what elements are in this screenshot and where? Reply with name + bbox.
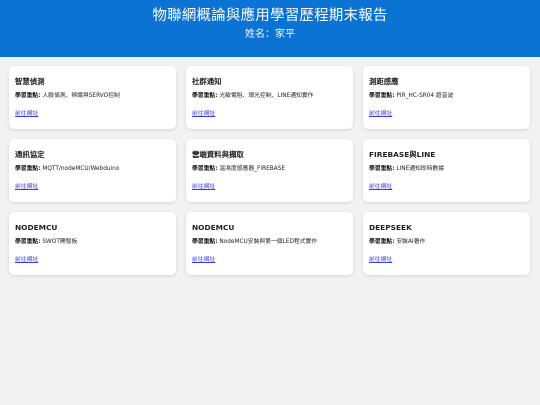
- card-firebase-line: FIREBASE與LINE 學習重點: LINE通知即時數據 前往網址: [363, 139, 530, 202]
- card-title: 智慧偵測: [15, 77, 45, 86]
- page-title: 物聯網概論與應用學習歷程期末報告: [152, 8, 388, 24]
- card-cloud-data: 雲端資料與擷取 學習重點: 溫濕度感應器_FIREBASE 前往網址: [186, 139, 353, 202]
- card-focus: 學習重點: PIR_HC-SR04 超音波: [369, 92, 524, 100]
- card-link[interactable]: 前往網址: [369, 183, 392, 191]
- focus-label: 學習重點:: [369, 166, 395, 172]
- card-social-notify: 社群通知 學習重點: 光敏電阻、環光控制、LINE通知實作 前往網址: [186, 66, 353, 129]
- card-title: NODEMCU: [15, 223, 58, 232]
- card-nodemcu-led: NODEMCU 學習重點: NodeMCU安裝與第一個LED程式實作 前往網址: [186, 212, 353, 275]
- card-link[interactable]: 前往網址: [192, 256, 215, 264]
- card-deepseek: DEEPSEEK 學習重點: 安裝AI著作 前往網址: [363, 212, 530, 275]
- focus-label: 學習重點:: [192, 166, 218, 172]
- card-focus: 學習重點: 人臉偵測、辨識與SERVO控制: [15, 92, 170, 100]
- card-focus: 學習重點: 安裝AI著作: [369, 238, 524, 246]
- card-focus: 學習重點: NodeMCU安裝與第一個LED程式實作: [192, 238, 347, 246]
- card-link[interactable]: 前往網址: [192, 183, 215, 191]
- card-link[interactable]: 前往網址: [192, 110, 215, 118]
- card-link[interactable]: 前往網址: [15, 110, 38, 118]
- card-distance-sensing: 測距感應 學習重點: PIR_HC-SR04 超音波 前往網址: [363, 66, 530, 129]
- focus-text: 溫濕度感應器_FIREBASE: [219, 166, 286, 172]
- card-smart-detection: 智慧偵測 學習重點: 人臉偵測、辨識與SERVO控制 前往網址: [9, 66, 176, 129]
- card-title: FIREBASE與LINE: [369, 150, 436, 159]
- card-title: 社群通知: [192, 77, 222, 86]
- focus-label: 學習重點:: [369, 93, 395, 99]
- card-nodemcu-swot: NODEMCU 學習重點: SWOT開發板 前往網址: [9, 212, 176, 275]
- focus-text: PIR_HC-SR04 超音波: [396, 93, 454, 99]
- card-focus: 學習重點: 光敏電阻、環光控制、LINE通知實作: [192, 92, 347, 100]
- card-focus: 學習重點: 溫濕度感應器_FIREBASE: [192, 165, 347, 173]
- card-focus: 學習重點: LINE通知即時數據: [369, 165, 524, 173]
- focus-text: MQTT/nodeMCU/Webduino: [42, 166, 120, 172]
- card-title: DEEPSEEK: [369, 223, 412, 232]
- focus-label: 學習重點:: [15, 93, 41, 99]
- focus-text: 人臉偵測、辨識與SERVO控制: [42, 93, 120, 99]
- card-protocol: 通訊協定 學習重點: MQTT/nodeMCU/Webduino 前往網址: [9, 139, 176, 202]
- card-focus: 學習重點: SWOT開發板: [15, 238, 170, 246]
- card-title: NODEMCU: [192, 223, 235, 232]
- card-title: 通訊協定: [15, 150, 45, 159]
- focus-text: NodeMCU安裝與第一個LED程式實作: [219, 239, 318, 245]
- card-focus: 學習重點: MQTT/nodeMCU/Webduino: [15, 165, 170, 173]
- page-header: 物聯網概論與應用學習歷程期末報告 姓名：家平: [0, 0, 540, 57]
- card-link[interactable]: 前往網址: [369, 256, 392, 264]
- focus-label: 學習重點:: [192, 93, 218, 99]
- focus-label: 學習重點:: [369, 239, 395, 245]
- card-grid: 智慧偵測 學習重點: 人臉偵測、辨識與SERVO控制 前往網址 社群通知 學習重…: [0, 57, 540, 275]
- focus-text: SWOT開發板: [42, 239, 78, 245]
- card-title: 測距感應: [369, 77, 399, 86]
- card-title: 雲端資料與擷取: [192, 150, 244, 159]
- card-link[interactable]: 前往網址: [15, 183, 38, 191]
- card-link[interactable]: 前往網址: [15, 256, 38, 264]
- focus-label: 學習重點:: [192, 239, 218, 245]
- focus-label: 學習重點:: [15, 166, 41, 172]
- focus-text: 光敏電阻、環光控制、LINE通知實作: [219, 93, 314, 99]
- focus-text: 安裝AI著作: [396, 239, 426, 245]
- focus-text: LINE通知即時數據: [396, 166, 445, 172]
- focus-label: 學習重點:: [15, 239, 41, 245]
- card-link[interactable]: 前往網址: [369, 110, 392, 118]
- author-name: 姓名：家平: [245, 29, 295, 40]
